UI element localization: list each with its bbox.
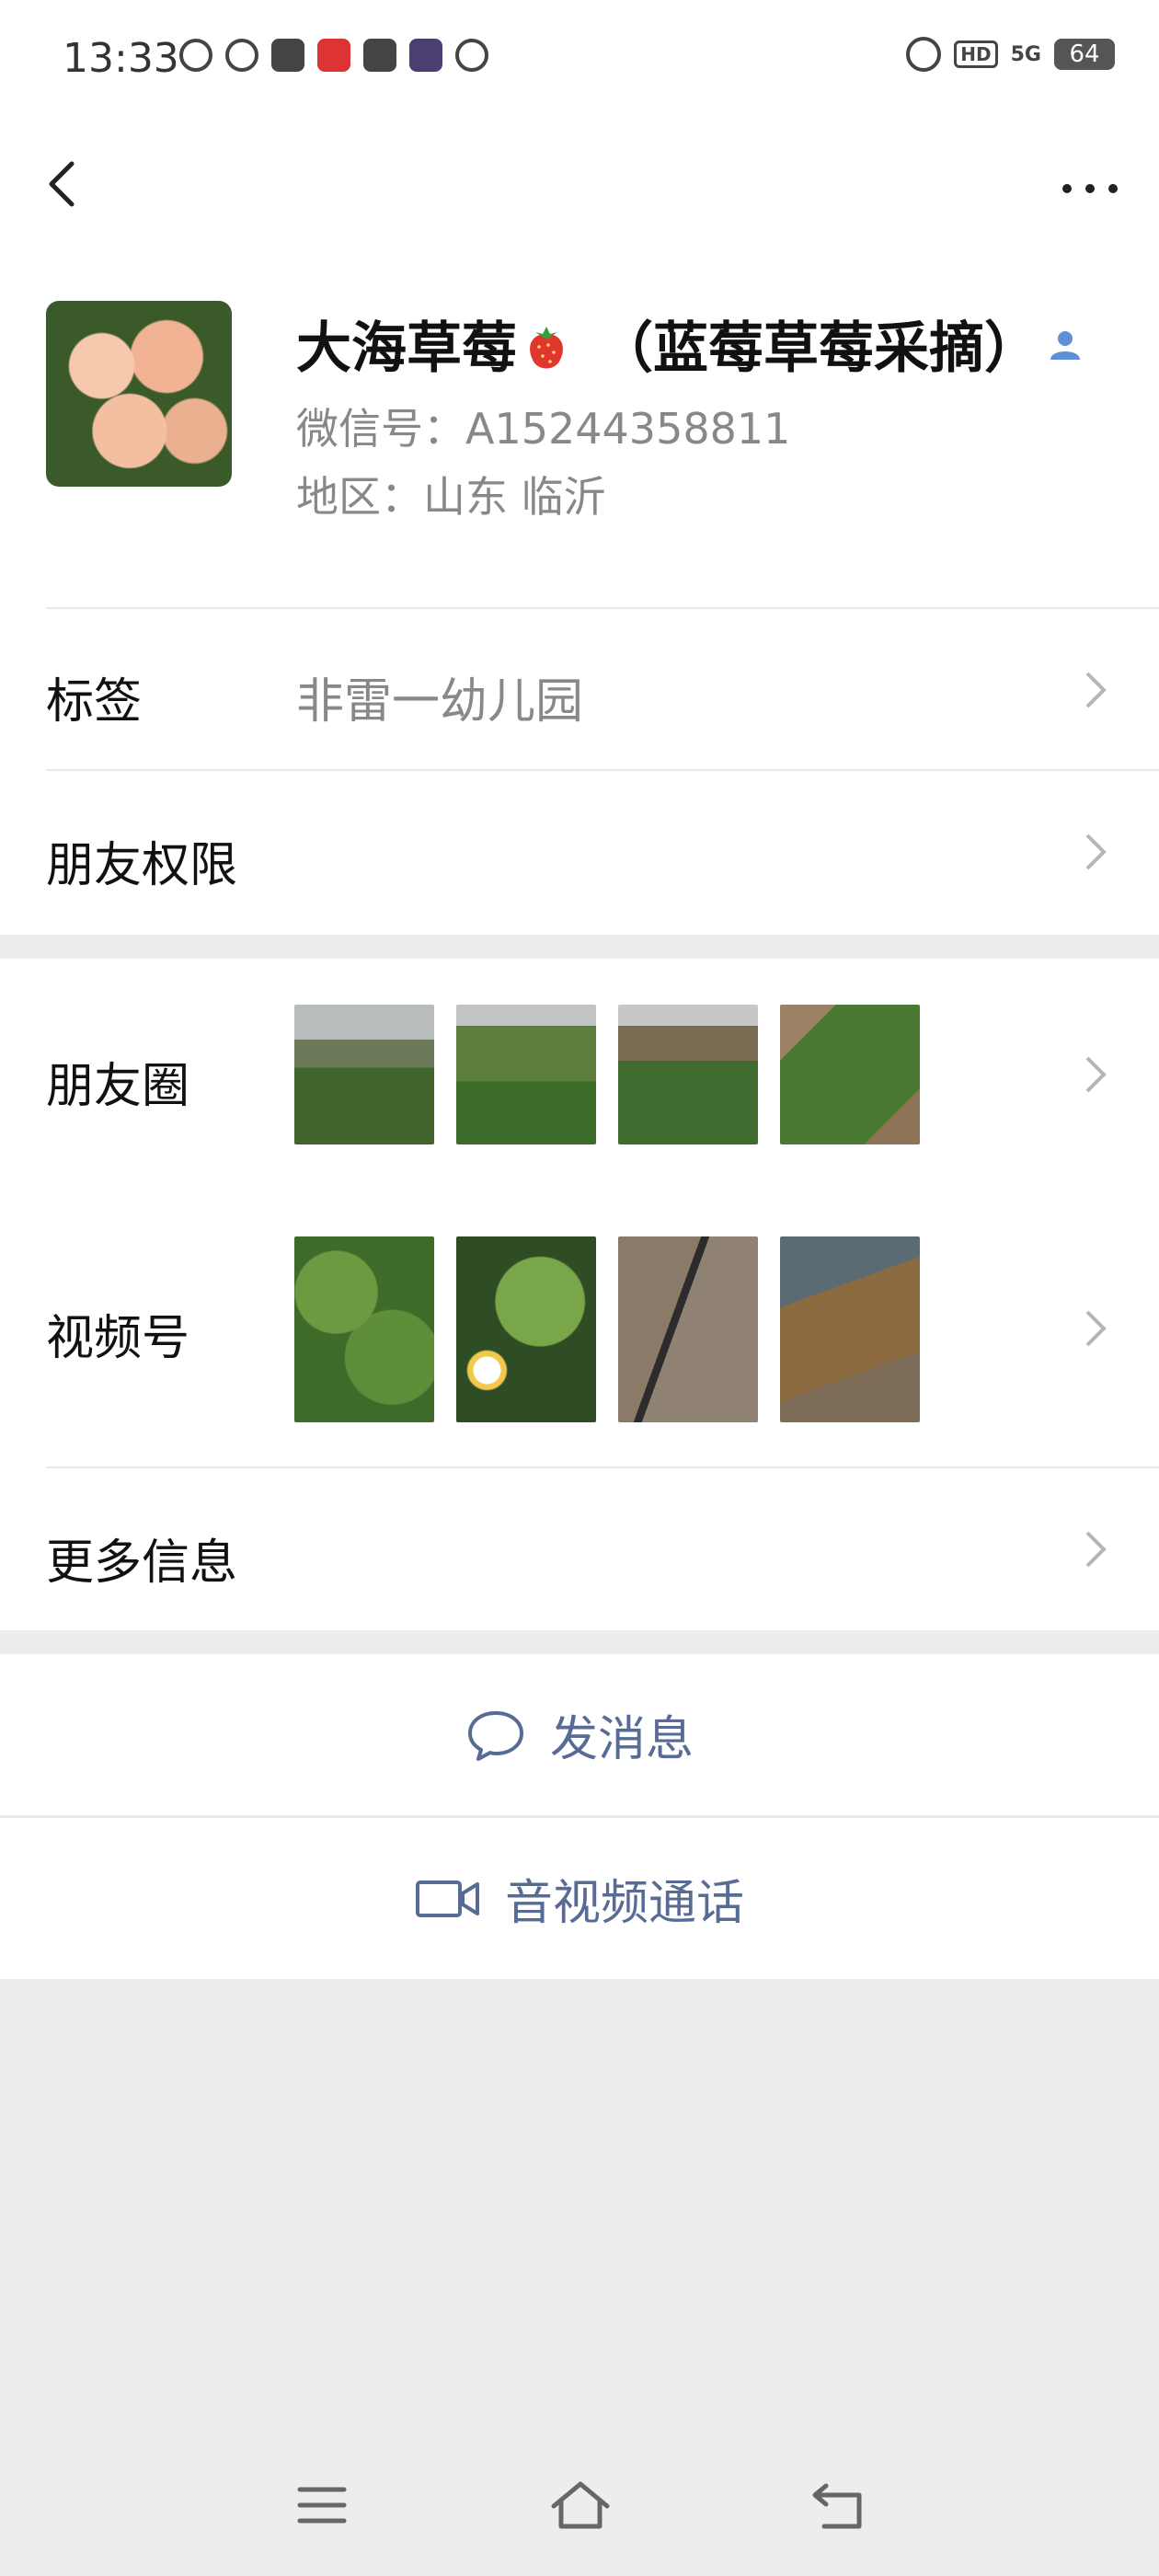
signal-icon: 5G: [1010, 42, 1041, 66]
contact-person-icon: [1050, 331, 1080, 360]
tag-row[interactable]: 标签 非雷一幼儿园: [0, 609, 1159, 771]
tag-value: 非雷一幼儿园: [296, 674, 584, 730]
profile-card: 大海草莓 （蓝莓草莓采摘） 微信号：A15244358811 地区：山东 临沂: [0, 248, 1159, 609]
app-notification-icon: [179, 39, 212, 72]
app-notification-icon: [455, 39, 488, 72]
home-icon[interactable]: [548, 2478, 613, 2532]
contact-name-suffix: （蓝莓草莓采摘）: [598, 316, 1039, 381]
contact-name: 大海草莓 （蓝莓草莓采摘）: [296, 304, 1084, 384]
app-notification-icon: [317, 39, 350, 72]
battery-icon: 64: [1054, 39, 1115, 70]
more-info-label: 更多信息: [46, 1535, 238, 1591]
chat-bubble-icon: [467, 1710, 523, 1761]
moments-row[interactable]: 朋友圈: [0, 959, 1159, 1190]
chevron-right-icon: [1085, 1056, 1107, 1093]
system-navigation-bar: [0, 2447, 1159, 2576]
friend-permission-label: 朋友权限: [46, 838, 238, 893]
contact-name-text: 大海草莓: [296, 316, 517, 381]
status-time: 13:33: [63, 35, 179, 82]
channels-video: [618, 1236, 758, 1422]
channels-label: 视频号: [46, 1311, 190, 1366]
moments-label: 朋友圈: [46, 1059, 190, 1114]
hd-icon: HD: [954, 40, 998, 68]
app-notification-icon: [225, 39, 258, 72]
moments-photo: [456, 1005, 596, 1144]
back-nav-icon[interactable]: [809, 2480, 866, 2532]
more-icon[interactable]: [1058, 175, 1122, 202]
moments-photo: [780, 1005, 920, 1144]
video-camera-icon: [415, 1880, 479, 1917]
system-status: HD 5G 64: [906, 37, 1115, 72]
tag-label: 标签: [46, 674, 143, 730]
channels-video: [780, 1236, 920, 1422]
send-message-label: 发消息: [549, 1712, 694, 1767]
notification-icons: [179, 39, 488, 72]
channels-thumbnails: [294, 1236, 920, 1422]
chevron-right-icon: [1085, 1310, 1107, 1347]
channels-row[interactable]: 视频号: [0, 1189, 1159, 1468]
more-info-row[interactable]: 更多信息: [0, 1468, 1159, 1630]
strawberry-icon: [530, 327, 563, 369]
nav-bar: [0, 120, 1159, 248]
video-call-button[interactable]: 音视频通话: [0, 1818, 1159, 1979]
channels-video: [294, 1236, 434, 1422]
youku-icon: [363, 39, 396, 72]
avatar[interactable]: [46, 301, 232, 487]
app-notification-icon: [409, 39, 442, 72]
menu-icon[interactable]: [296, 2484, 348, 2526]
alarm-icon: [906, 37, 942, 72]
moments-photo: [618, 1005, 758, 1144]
region: 地区：山东 临沂: [296, 472, 606, 522]
chevron-right-icon: [1085, 672, 1107, 708]
moments-photo: [294, 1005, 434, 1144]
chevron-right-icon: [1085, 1531, 1107, 1568]
channels-video: [456, 1236, 596, 1422]
back-icon[interactable]: [37, 156, 92, 212]
app-notification-icon: [271, 39, 304, 72]
friend-permission-row[interactable]: 朋友权限: [0, 771, 1159, 935]
video-call-label: 音视频通话: [504, 1876, 744, 1931]
moments-thumbnails: [294, 1005, 920, 1144]
send-message-button[interactable]: 发消息: [0, 1654, 1159, 1815]
wechat-id: 微信号：A15244358811: [296, 404, 791, 454]
status-bar: 13:33 HD 5G 64: [0, 0, 1159, 120]
chevron-right-icon: [1085, 834, 1107, 870]
